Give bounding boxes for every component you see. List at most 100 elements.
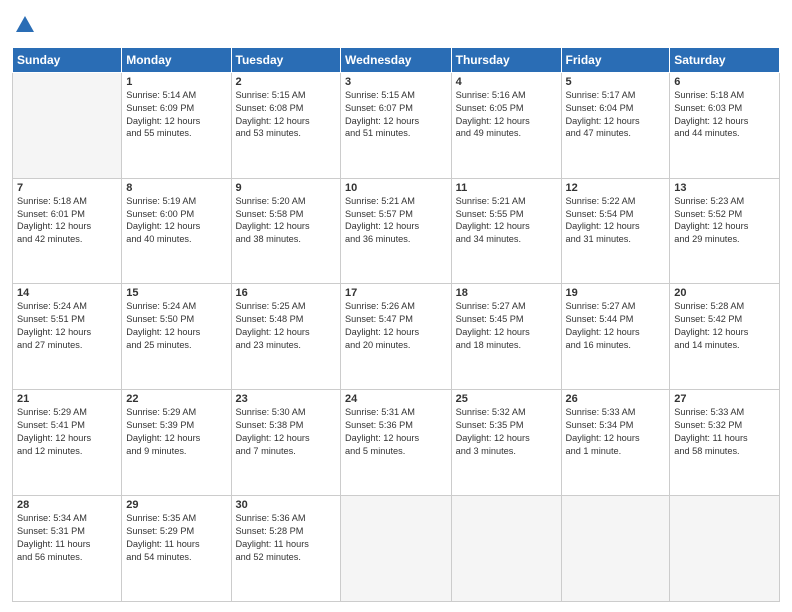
day-info: Sunrise: 5:17 AMSunset: 6:04 PMDaylight:… [566,89,666,141]
calendar-cell [13,72,122,178]
day-info: Sunrise: 5:23 AMSunset: 5:52 PMDaylight:… [674,195,775,247]
calendar-cell: 13Sunrise: 5:23 AMSunset: 5:52 PMDayligh… [670,178,780,284]
logo-icon [14,14,36,36]
day-number: 30 [236,499,336,511]
calendar-cell: 21Sunrise: 5:29 AMSunset: 5:41 PMDayligh… [13,390,122,496]
day-info: Sunrise: 5:26 AMSunset: 5:47 PMDaylight:… [345,300,447,352]
calendar-cell [451,496,561,602]
day-info: Sunrise: 5:35 AMSunset: 5:29 PMDaylight:… [126,512,226,564]
day-info: Sunrise: 5:15 AMSunset: 6:08 PMDaylight:… [236,89,336,141]
calendar-cell: 14Sunrise: 5:24 AMSunset: 5:51 PMDayligh… [13,284,122,390]
calendar-cell: 4Sunrise: 5:16 AMSunset: 6:05 PMDaylight… [451,72,561,178]
day-info: Sunrise: 5:25 AMSunset: 5:48 PMDaylight:… [236,300,336,352]
calendar-cell: 2Sunrise: 5:15 AMSunset: 6:08 PMDaylight… [231,72,340,178]
day-number: 5 [566,76,666,88]
weekday-header-saturday: Saturday [670,47,780,72]
day-info: Sunrise: 5:28 AMSunset: 5:42 PMDaylight:… [674,300,775,352]
calendar-cell: 5Sunrise: 5:17 AMSunset: 6:04 PMDaylight… [561,72,670,178]
calendar-cell: 11Sunrise: 5:21 AMSunset: 5:55 PMDayligh… [451,178,561,284]
calendar-cell: 16Sunrise: 5:25 AMSunset: 5:48 PMDayligh… [231,284,340,390]
day-info: Sunrise: 5:19 AMSunset: 6:00 PMDaylight:… [126,195,226,247]
week-row-2: 7Sunrise: 5:18 AMSunset: 6:01 PMDaylight… [13,178,780,284]
day-number: 3 [345,76,447,88]
calendar-cell: 24Sunrise: 5:31 AMSunset: 5:36 PMDayligh… [341,390,452,496]
day-number: 12 [566,182,666,194]
day-number: 1 [126,76,226,88]
day-info: Sunrise: 5:32 AMSunset: 5:35 PMDaylight:… [456,406,557,458]
day-number: 29 [126,499,226,511]
calendar-cell: 17Sunrise: 5:26 AMSunset: 5:47 PMDayligh… [341,284,452,390]
day-info: Sunrise: 5:29 AMSunset: 5:39 PMDaylight:… [126,406,226,458]
day-number: 8 [126,182,226,194]
calendar-cell: 28Sunrise: 5:34 AMSunset: 5:31 PMDayligh… [13,496,122,602]
day-number: 9 [236,182,336,194]
logo [12,14,36,41]
calendar-cell: 9Sunrise: 5:20 AMSunset: 5:58 PMDaylight… [231,178,340,284]
day-info: Sunrise: 5:36 AMSunset: 5:28 PMDaylight:… [236,512,336,564]
day-number: 19 [566,287,666,299]
day-number: 28 [17,499,117,511]
calendar-cell: 12Sunrise: 5:22 AMSunset: 5:54 PMDayligh… [561,178,670,284]
calendar-cell [341,496,452,602]
header [12,10,780,41]
page: SundayMondayTuesdayWednesdayThursdayFrid… [0,0,792,612]
day-number: 13 [674,182,775,194]
day-number: 16 [236,287,336,299]
weekday-header-monday: Monday [122,47,231,72]
day-number: 14 [17,287,117,299]
day-info: Sunrise: 5:33 AMSunset: 5:34 PMDaylight:… [566,406,666,458]
calendar-cell: 25Sunrise: 5:32 AMSunset: 5:35 PMDayligh… [451,390,561,496]
calendar-cell: 6Sunrise: 5:18 AMSunset: 6:03 PMDaylight… [670,72,780,178]
day-info: Sunrise: 5:27 AMSunset: 5:44 PMDaylight:… [566,300,666,352]
calendar-cell: 18Sunrise: 5:27 AMSunset: 5:45 PMDayligh… [451,284,561,390]
calendar-cell: 30Sunrise: 5:36 AMSunset: 5:28 PMDayligh… [231,496,340,602]
calendar-cell [670,496,780,602]
logo-text [12,14,36,41]
calendar-header-row: SundayMondayTuesdayWednesdayThursdayFrid… [13,47,780,72]
day-number: 6 [674,76,775,88]
day-number: 18 [456,287,557,299]
weekday-header-sunday: Sunday [13,47,122,72]
day-number: 26 [566,393,666,405]
day-number: 10 [345,182,447,194]
day-info: Sunrise: 5:24 AMSunset: 5:50 PMDaylight:… [126,300,226,352]
day-info: Sunrise: 5:27 AMSunset: 5:45 PMDaylight:… [456,300,557,352]
week-row-4: 21Sunrise: 5:29 AMSunset: 5:41 PMDayligh… [13,390,780,496]
weekday-header-friday: Friday [561,47,670,72]
calendar-cell: 20Sunrise: 5:28 AMSunset: 5:42 PMDayligh… [670,284,780,390]
day-info: Sunrise: 5:30 AMSunset: 5:38 PMDaylight:… [236,406,336,458]
day-info: Sunrise: 5:21 AMSunset: 5:55 PMDaylight:… [456,195,557,247]
calendar-cell: 29Sunrise: 5:35 AMSunset: 5:29 PMDayligh… [122,496,231,602]
day-number: 23 [236,393,336,405]
day-info: Sunrise: 5:14 AMSunset: 6:09 PMDaylight:… [126,89,226,141]
day-number: 20 [674,287,775,299]
day-number: 25 [456,393,557,405]
day-info: Sunrise: 5:16 AMSunset: 6:05 PMDaylight:… [456,89,557,141]
day-info: Sunrise: 5:18 AMSunset: 6:03 PMDaylight:… [674,89,775,141]
day-number: 7 [17,182,117,194]
day-info: Sunrise: 5:20 AMSunset: 5:58 PMDaylight:… [236,195,336,247]
day-number: 21 [17,393,117,405]
day-info: Sunrise: 5:31 AMSunset: 5:36 PMDaylight:… [345,406,447,458]
day-number: 11 [456,182,557,194]
day-number: 17 [345,287,447,299]
calendar-cell: 8Sunrise: 5:19 AMSunset: 6:00 PMDaylight… [122,178,231,284]
day-info: Sunrise: 5:21 AMSunset: 5:57 PMDaylight:… [345,195,447,247]
calendar-table: SundayMondayTuesdayWednesdayThursdayFrid… [12,47,780,602]
weekday-header-thursday: Thursday [451,47,561,72]
day-number: 24 [345,393,447,405]
calendar-cell: 27Sunrise: 5:33 AMSunset: 5:32 PMDayligh… [670,390,780,496]
day-info: Sunrise: 5:24 AMSunset: 5:51 PMDaylight:… [17,300,117,352]
day-number: 4 [456,76,557,88]
day-number: 15 [126,287,226,299]
weekday-header-wednesday: Wednesday [341,47,452,72]
calendar-cell: 23Sunrise: 5:30 AMSunset: 5:38 PMDayligh… [231,390,340,496]
calendar-cell: 10Sunrise: 5:21 AMSunset: 5:57 PMDayligh… [341,178,452,284]
calendar-cell [561,496,670,602]
day-info: Sunrise: 5:34 AMSunset: 5:31 PMDaylight:… [17,512,117,564]
week-row-1: 1Sunrise: 5:14 AMSunset: 6:09 PMDaylight… [13,72,780,178]
day-info: Sunrise: 5:33 AMSunset: 5:32 PMDaylight:… [674,406,775,458]
day-number: 22 [126,393,226,405]
calendar-cell: 26Sunrise: 5:33 AMSunset: 5:34 PMDayligh… [561,390,670,496]
week-row-5: 28Sunrise: 5:34 AMSunset: 5:31 PMDayligh… [13,496,780,602]
